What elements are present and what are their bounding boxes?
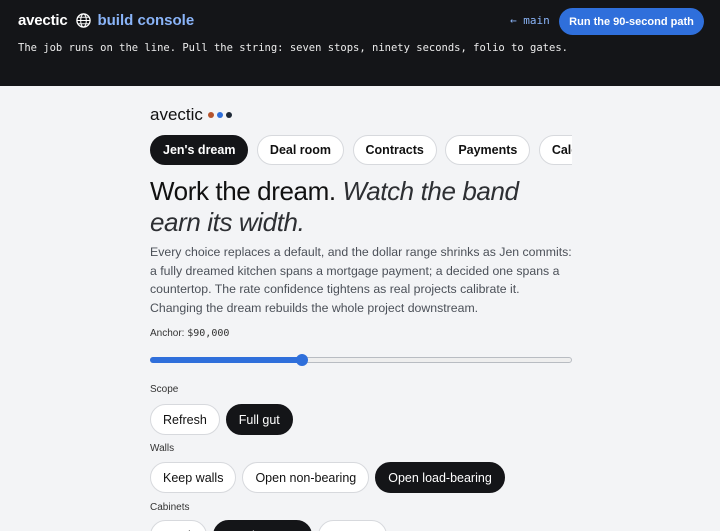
slider-thumb[interactable]: [296, 354, 308, 366]
slider-fill: [150, 357, 302, 363]
tab-deal-room[interactable]: Deal room: [256, 135, 345, 165]
tab-payments[interactable]: Payments: [445, 135, 531, 165]
anchor-label-text: Anchor:: [150, 328, 185, 339]
top-bar: avectic build console ← main Run the 90-…: [0, 0, 720, 86]
page-headline: Work the dream. Watch the band earn its …: [150, 176, 575, 238]
cabinets-stock-chip[interactable]: Stock: [150, 520, 208, 531]
tagline: The job runs on the line. Pull the strin…: [18, 42, 568, 54]
logo-dot: [207, 112, 214, 118]
tab-jens-dream[interactable]: Jen's dream: [150, 135, 249, 165]
console-label: build console: [97, 11, 195, 29]
globe-icon: [76, 12, 92, 28]
anchor-slider[interactable]: [150, 354, 572, 366]
walls-keep-chip[interactable]: Keep walls: [150, 462, 237, 493]
cabinets-custom-chip[interactable]: Custom: [318, 520, 388, 531]
run-path-button[interactable]: Run the 90-second path: [559, 8, 704, 35]
intro-paragraph: Every choice replaces a default, and the…: [150, 245, 572, 315]
app-logo: avectic: [150, 105, 232, 125]
brand: avectic build console: [18, 10, 194, 30]
headline-main: Work the dream.: [150, 176, 336, 206]
back-to-main-link[interactable]: ← main: [510, 14, 550, 27]
walls-options: Keep walls Open non-bearing Open load-be…: [150, 462, 505, 493]
tab-bar: Jen's dream Deal room Contracts Payments…: [150, 135, 572, 167]
scope-refresh-chip[interactable]: Refresh: [150, 404, 220, 435]
brand-name: avectic: [18, 11, 68, 29]
cabinets-label: Cabinets: [150, 502, 190, 513]
logo-dot: [216, 112, 223, 118]
scope-full-gut-chip[interactable]: Full gut: [225, 404, 293, 435]
scope-options: Refresh Full gut: [150, 404, 293, 435]
tab-contracts[interactable]: Contracts: [352, 135, 437, 165]
cabinets-options: Stock Semi-custom Custom: [150, 520, 388, 531]
cabinets-semi-custom-chip[interactable]: Semi-custom: [213, 520, 313, 531]
logo-dots: [207, 112, 232, 118]
walls-open-non-bearing-chip[interactable]: Open non-bearing: [242, 462, 370, 493]
logo-word: avectic: [150, 105, 203, 124]
walls-open-load-bearing-chip[interactable]: Open load-bearing: [375, 462, 505, 493]
anchor-label: Anchor: $90,000: [150, 328, 229, 339]
scope-label: Scope: [150, 384, 179, 395]
walls-label: Walls: [150, 443, 175, 454]
logo-dot: [225, 112, 232, 118]
anchor-value: $90,000: [187, 328, 230, 339]
tab-calendar[interactable]: Calendar: [538, 135, 572, 165]
